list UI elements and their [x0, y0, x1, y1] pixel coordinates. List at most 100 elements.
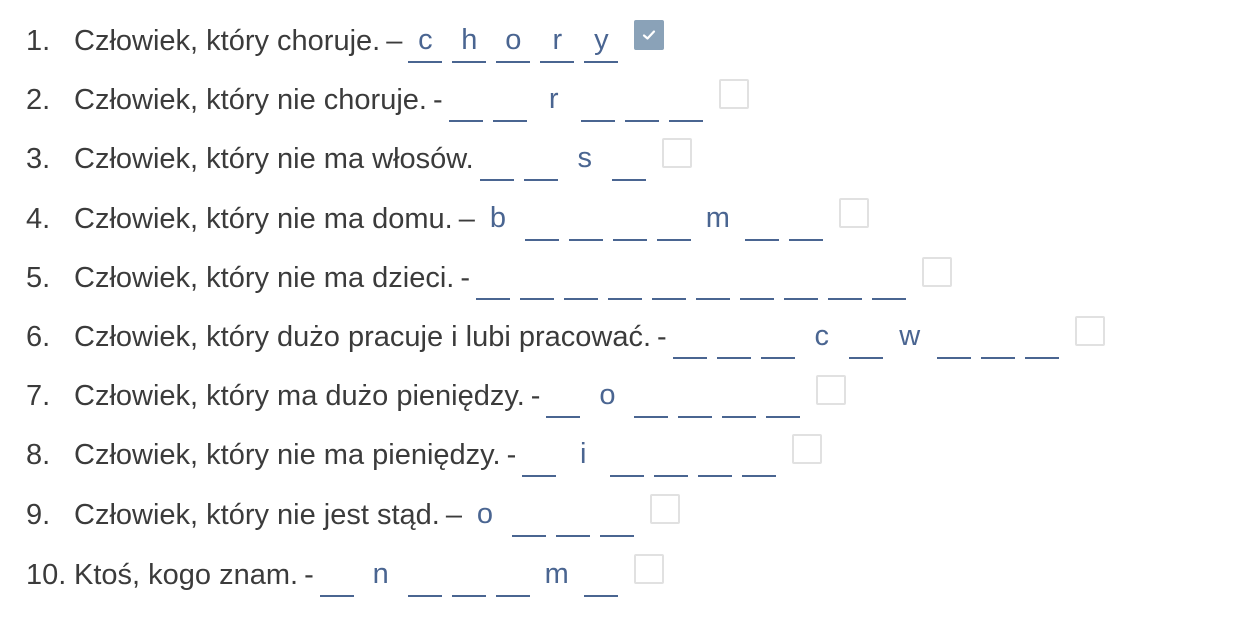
checkbox-icon[interactable]	[922, 257, 953, 287]
exercise-item-1: 1. Człowiek, który choruje. –	[26, 16, 665, 66]
letter-input[interactable]	[672, 315, 707, 359]
letter-slots	[468, 493, 644, 537]
letter-input[interactable]	[740, 256, 775, 300]
letter-input[interactable]	[448, 78, 483, 122]
letter-input[interactable]	[546, 374, 581, 418]
letter-input[interactable]	[600, 493, 634, 537]
letter-input[interactable]	[654, 433, 689, 477]
item-question: Człowiek, który nie choruje.	[74, 83, 427, 116]
given-letter	[804, 315, 839, 359]
letter-input[interactable]	[696, 256, 731, 300]
given-letter	[468, 493, 502, 537]
letter-input[interactable]	[408, 19, 443, 63]
letter-input[interactable]	[495, 553, 530, 597]
letter-input[interactable]	[479, 137, 514, 181]
item-question: Człowiek, który ma dużo pieniędzy.	[74, 379, 525, 412]
item-separator: –	[445, 498, 462, 531]
exercise-item-7: 7. Człowiek, który ma dużo pieniędzy. -	[26, 371, 847, 421]
letter-input[interactable]	[556, 493, 590, 537]
checkbox-icon[interactable]	[718, 79, 749, 109]
letter-input[interactable]	[452, 19, 487, 63]
letter-input[interactable]	[564, 256, 599, 300]
letter-input[interactable]	[624, 78, 659, 122]
item-number: 4.	[26, 202, 51, 235]
letter-input[interactable]	[668, 78, 703, 122]
item-number: 2.	[26, 83, 51, 116]
exercise-item-2: 2. Człowiek, który nie choruje. -	[26, 75, 749, 125]
letter-input[interactable]	[848, 315, 883, 359]
given-letter	[539, 553, 574, 597]
given-letter	[536, 78, 571, 122]
letter-input[interactable]	[522, 433, 557, 477]
letter-input[interactable]	[580, 78, 615, 122]
letter-input[interactable]	[980, 315, 1015, 359]
item-separator: –	[386, 24, 403, 57]
letter-input[interactable]	[742, 433, 777, 477]
letter-input[interactable]	[612, 197, 647, 241]
checkbox-icon[interactable]	[650, 494, 680, 524]
letter-input[interactable]	[610, 433, 645, 477]
letter-input[interactable]	[652, 256, 687, 300]
item-number: 3.	[26, 142, 51, 175]
exercise-item-5: 5. Człowiek, który nie ma dzieci. -	[26, 253, 953, 303]
letter-input[interactable]	[784, 256, 819, 300]
letter-slots	[448, 78, 713, 122]
checkbox-icon[interactable]	[633, 554, 664, 584]
letter-input[interactable]	[698, 433, 733, 477]
item-separator: -	[304, 558, 314, 591]
fill-in-exercise: 1.Człowiek, który choruje.– 2. Człowiek, k…	[0, 0, 1240, 638]
item-number: 7.	[26, 379, 51, 412]
letter-input[interactable]	[936, 315, 971, 359]
checkbox-icon[interactable]	[661, 138, 692, 168]
checkbox-icon[interactable]	[1074, 316, 1105, 346]
given-letter	[566, 433, 601, 477]
item-separator: -	[506, 438, 517, 471]
letter-input[interactable]	[1024, 315, 1059, 359]
letter-input[interactable]	[872, 256, 907, 300]
letter-input[interactable]	[319, 553, 354, 597]
letter-input[interactable]	[634, 374, 669, 418]
item-question: Człowiek, który nie ma domu.	[74, 202, 453, 235]
letter-slots	[480, 197, 833, 241]
letter-input[interactable]	[496, 19, 531, 63]
letter-input[interactable]	[520, 256, 555, 300]
checkbox-icon[interactable]	[634, 20, 665, 50]
letter-input[interactable]	[828, 256, 863, 300]
letter-slots	[672, 315, 1069, 359]
letter-slots	[408, 19, 628, 63]
letter-input[interactable]	[766, 374, 801, 418]
letter-input[interactable]	[608, 256, 643, 300]
letter-input[interactable]	[407, 553, 442, 597]
checkbox-icon[interactable]	[816, 375, 847, 405]
letter-input[interactable]	[451, 553, 486, 597]
letter-slots	[319, 553, 628, 597]
letter-input[interactable]	[788, 197, 823, 241]
letter-slots	[479, 137, 656, 181]
letter-input[interactable]	[611, 137, 646, 181]
letter-input[interactable]	[716, 315, 751, 359]
checkbox-icon[interactable]	[838, 198, 869, 228]
given-letter	[480, 197, 515, 241]
letter-input[interactable]	[583, 553, 618, 597]
letter-input[interactable]	[760, 315, 795, 359]
letter-input[interactable]	[744, 197, 779, 241]
letter-input[interactable]	[523, 137, 558, 181]
letter-input[interactable]	[524, 197, 559, 241]
letter-input[interactable]	[476, 256, 511, 300]
letter-input[interactable]	[512, 493, 546, 537]
given-letter	[363, 553, 398, 597]
item-separator: -	[657, 320, 667, 353]
checkbox-icon[interactable]	[792, 434, 823, 464]
letter-input[interactable]	[568, 197, 603, 241]
item-separator: -	[432, 83, 443, 116]
letter-input[interactable]	[722, 374, 757, 418]
letter-input[interactable]	[656, 197, 691, 241]
letter-input[interactable]	[678, 374, 713, 418]
exercise-item-6: 6. Człowiek, który dużo pracuje i lubi pr…	[26, 312, 1105, 362]
item-separator: -	[460, 261, 471, 294]
item-question: Człowiek, który nie jest stąd.	[74, 498, 440, 531]
letter-input[interactable]	[492, 78, 527, 122]
letter-input[interactable]	[584, 19, 619, 63]
item-question: Człowiek, który dużo pracuje i lubi prac…	[74, 320, 652, 353]
letter-input[interactable]	[540, 19, 575, 63]
